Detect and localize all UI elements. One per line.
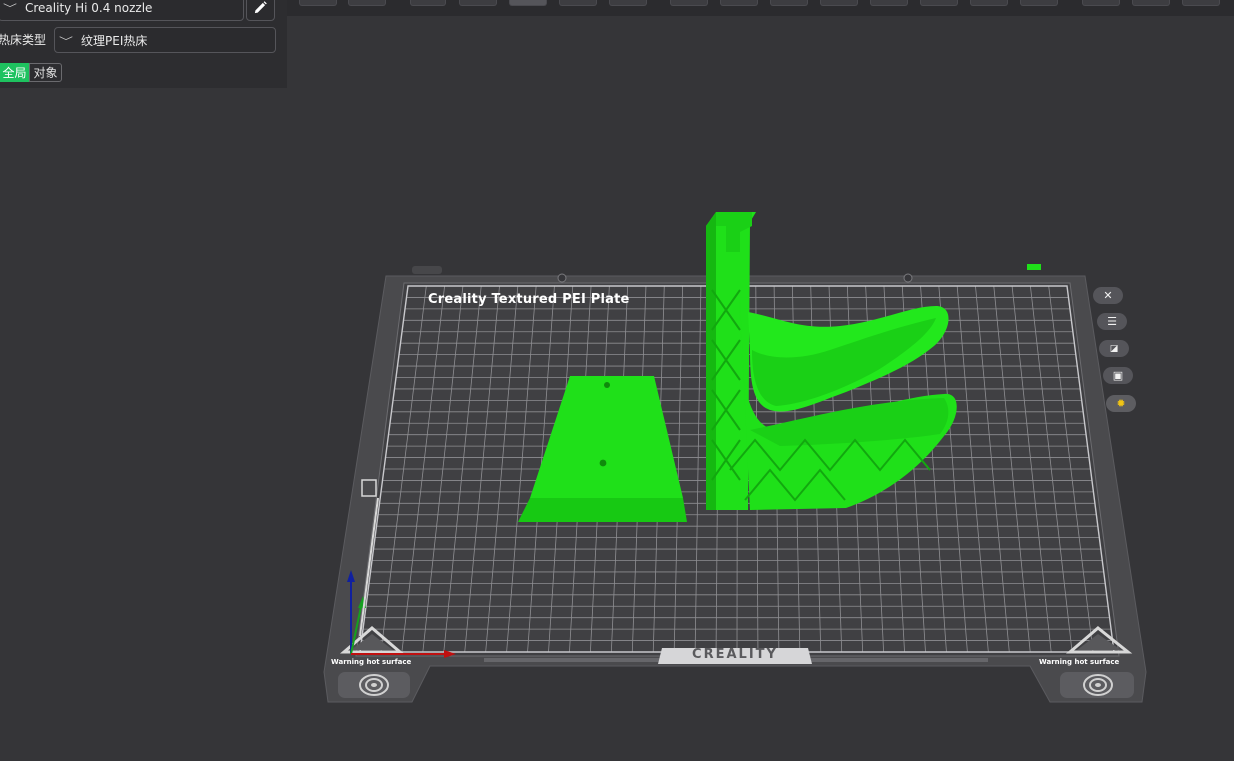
lock-icon: ▣ [1112, 369, 1124, 382]
lock-plate-button[interactable]: ▣ [1103, 367, 1133, 384]
plate-settings-button[interactable]: ✹ [1106, 395, 1136, 412]
fingerprint-icon-right [1060, 672, 1134, 698]
list-icon: ☰ [1107, 315, 1117, 328]
gear-icon: ✹ [1116, 397, 1126, 410]
plate-list-button[interactable]: ☰ [1097, 313, 1127, 330]
auto-orient-icon: ◪ [1109, 343, 1119, 354]
warning-text-right: Warning hot surface [1039, 658, 1120, 666]
brand-logo: CREALITY [692, 647, 778, 662]
close-icon: ✕ [1103, 289, 1113, 302]
warning-text-left: Warning hot surface [331, 658, 412, 666]
fingerprint-icon-left [338, 672, 410, 698]
auto-orient-button[interactable]: ◪ [1099, 340, 1129, 357]
3d-viewport[interactable] [0, 0, 1234, 761]
plate-name: Creality Textured PEI Plate [428, 292, 630, 307]
delete-plate-button[interactable]: ✕ [1093, 287, 1123, 304]
